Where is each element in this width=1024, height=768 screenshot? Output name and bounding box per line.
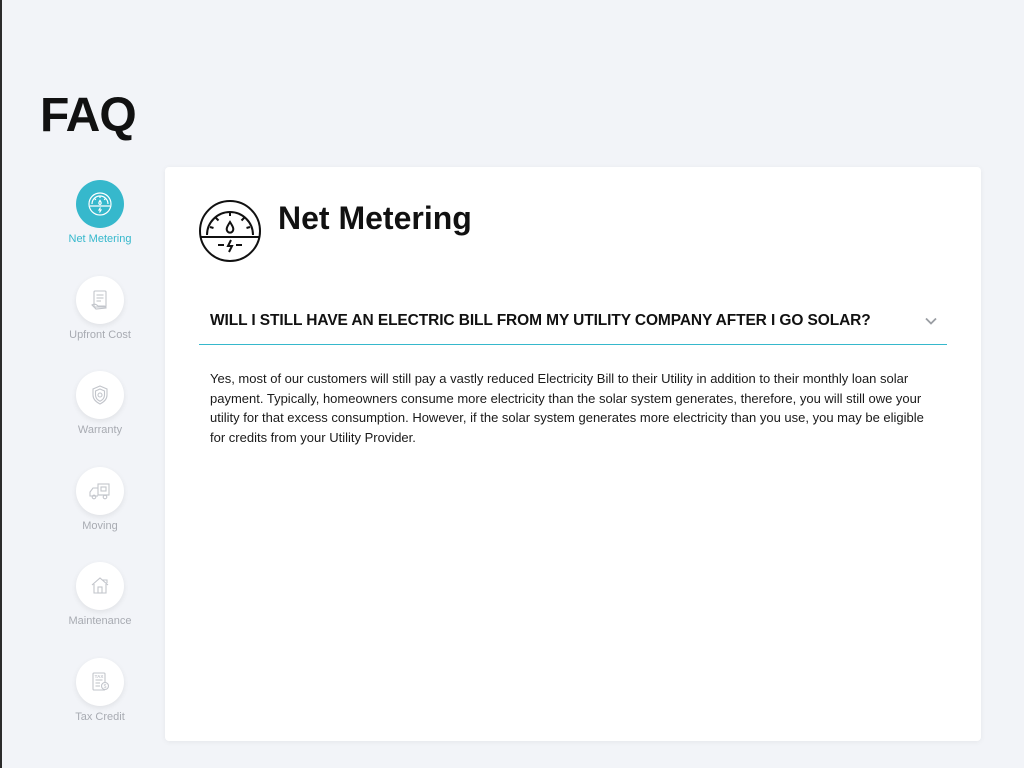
faq-answer-text: Yes, most of our customers will still pa…	[210, 371, 924, 445]
section-title: Net Metering	[278, 199, 472, 236]
chevron-down-icon[interactable]	[923, 313, 939, 329]
svg-text:$: $	[104, 684, 107, 690]
page-title: FAQ	[40, 89, 137, 142]
sidebar-item-label: Moving	[82, 519, 118, 532]
sidebar-item-label: Upfront Cost	[69, 328, 131, 341]
sidebar-item-tax-credit[interactable]: $ TAX Tax Credit	[60, 657, 140, 754]
gauge-icon	[199, 200, 261, 262]
nav-circle	[76, 371, 124, 419]
svg-text:TAX: TAX	[95, 674, 104, 679]
nav-circle	[76, 275, 124, 324]
house-icon	[91, 577, 109, 594]
sidebar-item-label: Maintenance	[68, 615, 132, 627]
gauge-icon	[88, 192, 112, 216]
tax-document-icon: $ TAX	[92, 671, 110, 691]
sidebar-item-label: Net Metering	[68, 233, 132, 245]
section-header: Net Metering	[198, 199, 472, 263]
faq-question-text: WILL I STILL HAVE AN ELECTRIC BILL FROM …	[210, 311, 871, 329]
sidebar-item-label: Tax Credit	[75, 710, 125, 723]
sidebar-item-label: Warranty	[77, 424, 123, 436]
sidebar-item-net-metering[interactable]: Net Metering	[60, 180, 140, 276]
nav-circle: $ TAX	[76, 657, 124, 706]
faq-question-toggle[interactable]: WILL I STILL HAVE AN ELECTRIC BILL FROM …	[199, 297, 947, 345]
document-icon	[91, 289, 107, 310]
sidebar-item-warranty[interactable]: Warranty	[60, 371, 140, 467]
sidebar-item-moving[interactable]: Moving	[60, 466, 140, 563]
faq-content-card: Net Metering WILL I STILL HAVE AN ELECTR…	[165, 167, 981, 741]
truck-icon	[89, 482, 110, 499]
nav-circle	[76, 562, 124, 610]
nav-circle	[76, 180, 124, 228]
shield-icon	[92, 385, 108, 405]
faq-category-sidebar: Net Metering Upfront Cost Warranty Movin…	[60, 180, 140, 753]
app-window: FAQ Net Metering Upfront Cost Warranty M…	[0, 0, 1024, 768]
sidebar-item-maintenance[interactable]: Maintenance	[60, 562, 140, 658]
nav-circle	[76, 466, 124, 515]
sidebar-item-upfront-cost[interactable]: Upfront Cost	[60, 275, 140, 372]
